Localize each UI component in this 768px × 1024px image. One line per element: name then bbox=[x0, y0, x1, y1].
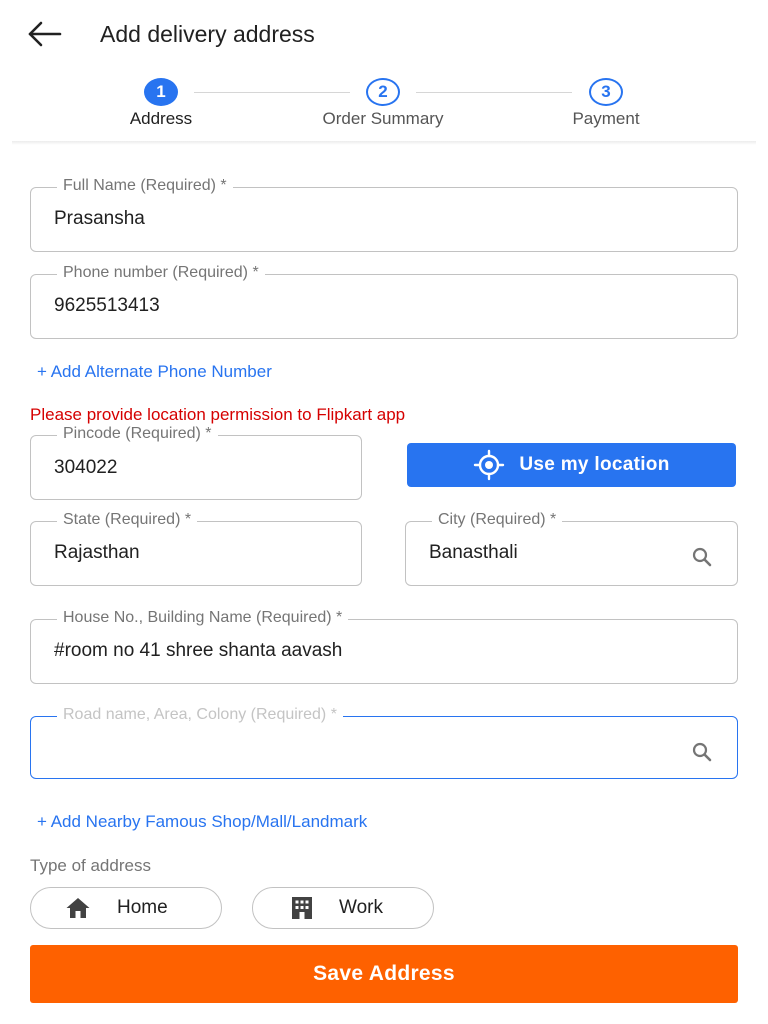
house-building-label: House No., Building Name (Required) * bbox=[57, 609, 349, 627]
full-name-label: Full Name (Required) * bbox=[57, 177, 233, 195]
add-alternate-phone-link[interactable]: + Add Alternate Phone Number bbox=[37, 362, 272, 382]
step-payment: 3 Payment bbox=[516, 78, 696, 129]
add-landmark-link[interactable]: + Add Nearby Famous Shop/Mall/Landmark bbox=[37, 812, 367, 832]
full-name-value: Prasansha bbox=[54, 208, 145, 229]
address-type-title: Type of address bbox=[30, 856, 151, 875]
address-type-home[interactable]: Home bbox=[30, 887, 222, 929]
step-number: 1 bbox=[144, 78, 178, 106]
phone-field[interactable]: Phone number (Required) * 9625513413 bbox=[30, 264, 738, 339]
phone-value: 9625513413 bbox=[54, 295, 160, 316]
search-icon[interactable] bbox=[691, 546, 713, 568]
address-type-work[interactable]: Work bbox=[252, 887, 434, 929]
home-icon bbox=[66, 898, 90, 918]
state-value: Rajasthan bbox=[54, 542, 140, 563]
step-number: 3 bbox=[589, 78, 623, 106]
step-label: Payment bbox=[572, 109, 640, 128]
city-label: City (Required) * bbox=[432, 511, 563, 529]
step-label: Address bbox=[129, 109, 193, 128]
pincode-label: Pincode (Required) * bbox=[57, 425, 218, 443]
back-button[interactable] bbox=[26, 18, 66, 52]
city-field[interactable]: City (Required) * Banasthali bbox=[405, 511, 738, 586]
building-icon bbox=[292, 897, 312, 919]
checkout-stepper: 1 Address 2 Order Summary 3 Payment bbox=[0, 70, 768, 142]
page-title: Add delivery address bbox=[100, 21, 315, 47]
step-address: 1 Address bbox=[71, 78, 251, 129]
road-area-label: Road name, Area, Colony (Required) * bbox=[57, 706, 343, 724]
pincode-value: 304022 bbox=[54, 457, 118, 478]
state-label: State (Required) * bbox=[57, 511, 198, 529]
step-number: 2 bbox=[366, 78, 400, 106]
use-my-location-button[interactable]: Use my location bbox=[407, 443, 736, 487]
header-divider bbox=[12, 141, 756, 145]
home-label: Home bbox=[117, 897, 168, 918]
back-arrow-icon bbox=[28, 21, 62, 47]
step-order-summary: 2 Order Summary bbox=[293, 78, 473, 129]
full-name-field[interactable]: Full Name (Required) * Prasansha bbox=[30, 177, 738, 252]
app-header: Add delivery address bbox=[0, 0, 768, 70]
location-target-icon bbox=[474, 449, 505, 481]
city-value: Banasthali bbox=[429, 542, 518, 563]
state-field[interactable]: State (Required) * Rajasthan bbox=[30, 511, 362, 586]
save-address-button[interactable]: Save Address bbox=[30, 945, 738, 1003]
house-building-field[interactable]: House No., Building Name (Required) * #r… bbox=[30, 609, 738, 684]
work-label: Work bbox=[339, 897, 383, 918]
add-address-page: Add delivery address 1 Address 2 Order S… bbox=[0, 0, 768, 1024]
road-area-field[interactable]: Road name, Area, Colony (Required) * bbox=[30, 706, 738, 779]
house-building-value: #room no 41 shree shanta aavash bbox=[54, 640, 343, 661]
pincode-field[interactable]: Pincode (Required) * 304022 bbox=[30, 425, 362, 500]
search-icon[interactable] bbox=[691, 741, 713, 763]
location-permission-error: Please provide location permission to Fl… bbox=[30, 405, 406, 424]
phone-label: Phone number (Required) * bbox=[57, 264, 265, 282]
use-my-location-label: Use my location bbox=[519, 454, 670, 475]
step-label: Order Summary bbox=[322, 109, 444, 128]
